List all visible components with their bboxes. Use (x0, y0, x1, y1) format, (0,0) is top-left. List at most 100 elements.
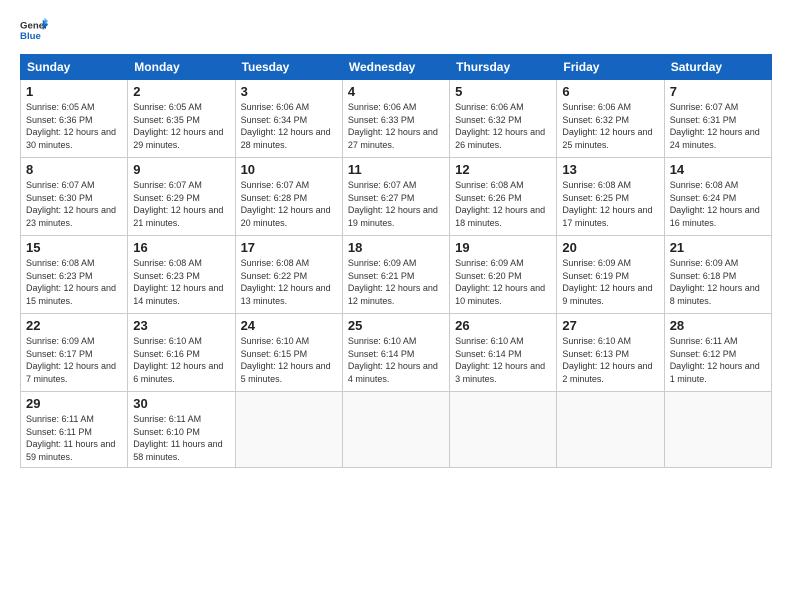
day-number: 28 (670, 318, 766, 333)
day-number: 22 (26, 318, 122, 333)
day-info: Sunrise: 6:05 AM Sunset: 6:36 PM Dayligh… (26, 101, 122, 151)
day-info: Sunrise: 6:08 AM Sunset: 6:23 PM Dayligh… (26, 257, 122, 307)
week-row-3: 15 Sunrise: 6:08 AM Sunset: 6:23 PM Dayl… (21, 236, 772, 314)
calendar-cell: 8 Sunrise: 6:07 AM Sunset: 6:30 PM Dayli… (21, 158, 128, 236)
week-row-2: 8 Sunrise: 6:07 AM Sunset: 6:30 PM Dayli… (21, 158, 772, 236)
weekday-header-row: SundayMondayTuesdayWednesdayThursdayFrid… (21, 55, 772, 80)
day-number: 2 (133, 84, 229, 99)
day-number: 26 (455, 318, 551, 333)
calendar-cell: 23 Sunrise: 6:10 AM Sunset: 6:16 PM Dayl… (128, 314, 235, 392)
calendar-cell: 3 Sunrise: 6:06 AM Sunset: 6:34 PM Dayli… (235, 80, 342, 158)
calendar-cell: 29 Sunrise: 6:11 AM Sunset: 6:11 PM Dayl… (21, 392, 128, 468)
day-number: 17 (241, 240, 337, 255)
calendar-cell: 13 Sunrise: 6:08 AM Sunset: 6:25 PM Dayl… (557, 158, 664, 236)
calendar-cell (450, 392, 557, 468)
day-number: 27 (562, 318, 658, 333)
day-info: Sunrise: 6:08 AM Sunset: 6:22 PM Dayligh… (241, 257, 337, 307)
day-info: Sunrise: 6:07 AM Sunset: 6:27 PM Dayligh… (348, 179, 444, 229)
day-info: Sunrise: 6:08 AM Sunset: 6:24 PM Dayligh… (670, 179, 766, 229)
calendar-cell: 10 Sunrise: 6:07 AM Sunset: 6:28 PM Dayl… (235, 158, 342, 236)
calendar-cell: 18 Sunrise: 6:09 AM Sunset: 6:21 PM Dayl… (342, 236, 449, 314)
day-info: Sunrise: 6:11 AM Sunset: 6:12 PM Dayligh… (670, 335, 766, 385)
day-number: 19 (455, 240, 551, 255)
day-number: 12 (455, 162, 551, 177)
day-number: 14 (670, 162, 766, 177)
calendar-cell: 16 Sunrise: 6:08 AM Sunset: 6:23 PM Dayl… (128, 236, 235, 314)
calendar-cell (664, 392, 771, 468)
day-info: Sunrise: 6:10 AM Sunset: 6:16 PM Dayligh… (133, 335, 229, 385)
weekday-wednesday: Wednesday (342, 55, 449, 80)
weekday-saturday: Saturday (664, 55, 771, 80)
day-info: Sunrise: 6:11 AM Sunset: 6:11 PM Dayligh… (26, 413, 122, 463)
page: General Blue SundayMondayTuesdayWednesda… (0, 0, 792, 612)
day-info: Sunrise: 6:07 AM Sunset: 6:30 PM Dayligh… (26, 179, 122, 229)
calendar-cell: 26 Sunrise: 6:10 AM Sunset: 6:14 PM Dayl… (450, 314, 557, 392)
day-info: Sunrise: 6:09 AM Sunset: 6:20 PM Dayligh… (455, 257, 551, 307)
day-info: Sunrise: 6:06 AM Sunset: 6:32 PM Dayligh… (455, 101, 551, 151)
day-number: 18 (348, 240, 444, 255)
day-number: 10 (241, 162, 337, 177)
day-info: Sunrise: 6:06 AM Sunset: 6:34 PM Dayligh… (241, 101, 337, 151)
calendar-cell: 20 Sunrise: 6:09 AM Sunset: 6:19 PM Dayl… (557, 236, 664, 314)
weekday-friday: Friday (557, 55, 664, 80)
calendar-cell: 28 Sunrise: 6:11 AM Sunset: 6:12 PM Dayl… (664, 314, 771, 392)
day-info: Sunrise: 6:09 AM Sunset: 6:19 PM Dayligh… (562, 257, 658, 307)
calendar-cell: 1 Sunrise: 6:05 AM Sunset: 6:36 PM Dayli… (21, 80, 128, 158)
calendar-cell: 11 Sunrise: 6:07 AM Sunset: 6:27 PM Dayl… (342, 158, 449, 236)
calendar-cell: 4 Sunrise: 6:06 AM Sunset: 6:33 PM Dayli… (342, 80, 449, 158)
calendar-cell: 15 Sunrise: 6:08 AM Sunset: 6:23 PM Dayl… (21, 236, 128, 314)
day-info: Sunrise: 6:08 AM Sunset: 6:25 PM Dayligh… (562, 179, 658, 229)
week-row-1: 1 Sunrise: 6:05 AM Sunset: 6:36 PM Dayli… (21, 80, 772, 158)
day-number: 20 (562, 240, 658, 255)
weekday-thursday: Thursday (450, 55, 557, 80)
day-number: 5 (455, 84, 551, 99)
day-number: 1 (26, 84, 122, 99)
day-number: 11 (348, 162, 444, 177)
day-number: 16 (133, 240, 229, 255)
calendar-cell: 12 Sunrise: 6:08 AM Sunset: 6:26 PM Dayl… (450, 158, 557, 236)
calendar-cell: 24 Sunrise: 6:10 AM Sunset: 6:15 PM Dayl… (235, 314, 342, 392)
day-number: 15 (26, 240, 122, 255)
svg-text:Blue: Blue (20, 31, 41, 42)
day-info: Sunrise: 6:07 AM Sunset: 6:31 PM Dayligh… (670, 101, 766, 151)
calendar-body: 1 Sunrise: 6:05 AM Sunset: 6:36 PM Dayli… (21, 80, 772, 468)
day-info: Sunrise: 6:08 AM Sunset: 6:26 PM Dayligh… (455, 179, 551, 229)
calendar-cell: 22 Sunrise: 6:09 AM Sunset: 6:17 PM Dayl… (21, 314, 128, 392)
day-info: Sunrise: 6:10 AM Sunset: 6:13 PM Dayligh… (562, 335, 658, 385)
calendar-cell: 5 Sunrise: 6:06 AM Sunset: 6:32 PM Dayli… (450, 80, 557, 158)
day-info: Sunrise: 6:11 AM Sunset: 6:10 PM Dayligh… (133, 413, 229, 463)
calendar-cell: 30 Sunrise: 6:11 AM Sunset: 6:10 PM Dayl… (128, 392, 235, 468)
day-number: 24 (241, 318, 337, 333)
calendar-cell: 14 Sunrise: 6:08 AM Sunset: 6:24 PM Dayl… (664, 158, 771, 236)
day-info: Sunrise: 6:09 AM Sunset: 6:21 PM Dayligh… (348, 257, 444, 307)
calendar-cell (557, 392, 664, 468)
header: General Blue (20, 16, 772, 44)
day-number: 29 (26, 396, 122, 411)
day-number: 7 (670, 84, 766, 99)
day-number: 21 (670, 240, 766, 255)
day-info: Sunrise: 6:10 AM Sunset: 6:15 PM Dayligh… (241, 335, 337, 385)
calendar-cell: 17 Sunrise: 6:08 AM Sunset: 6:22 PM Dayl… (235, 236, 342, 314)
calendar-cell: 25 Sunrise: 6:10 AM Sunset: 6:14 PM Dayl… (342, 314, 449, 392)
calendar-cell: 19 Sunrise: 6:09 AM Sunset: 6:20 PM Dayl… (450, 236, 557, 314)
day-number: 13 (562, 162, 658, 177)
day-info: Sunrise: 6:06 AM Sunset: 6:32 PM Dayligh… (562, 101, 658, 151)
day-info: Sunrise: 6:06 AM Sunset: 6:33 PM Dayligh… (348, 101, 444, 151)
day-number: 3 (241, 84, 337, 99)
day-info: Sunrise: 6:07 AM Sunset: 6:29 PM Dayligh… (133, 179, 229, 229)
logo: General Blue (20, 16, 48, 44)
weekday-tuesday: Tuesday (235, 55, 342, 80)
day-number: 6 (562, 84, 658, 99)
calendar-cell: 2 Sunrise: 6:05 AM Sunset: 6:35 PM Dayli… (128, 80, 235, 158)
day-info: Sunrise: 6:07 AM Sunset: 6:28 PM Dayligh… (241, 179, 337, 229)
calendar-cell: 9 Sunrise: 6:07 AM Sunset: 6:29 PM Dayli… (128, 158, 235, 236)
day-info: Sunrise: 6:05 AM Sunset: 6:35 PM Dayligh… (133, 101, 229, 151)
day-info: Sunrise: 6:09 AM Sunset: 6:18 PM Dayligh… (670, 257, 766, 307)
day-number: 8 (26, 162, 122, 177)
calendar-cell: 6 Sunrise: 6:06 AM Sunset: 6:32 PM Dayli… (557, 80, 664, 158)
calendar-cell: 7 Sunrise: 6:07 AM Sunset: 6:31 PM Dayli… (664, 80, 771, 158)
weekday-sunday: Sunday (21, 55, 128, 80)
calendar-table: SundayMondayTuesdayWednesdayThursdayFrid… (20, 54, 772, 468)
calendar-cell: 27 Sunrise: 6:10 AM Sunset: 6:13 PM Dayl… (557, 314, 664, 392)
day-info: Sunrise: 6:10 AM Sunset: 6:14 PM Dayligh… (455, 335, 551, 385)
